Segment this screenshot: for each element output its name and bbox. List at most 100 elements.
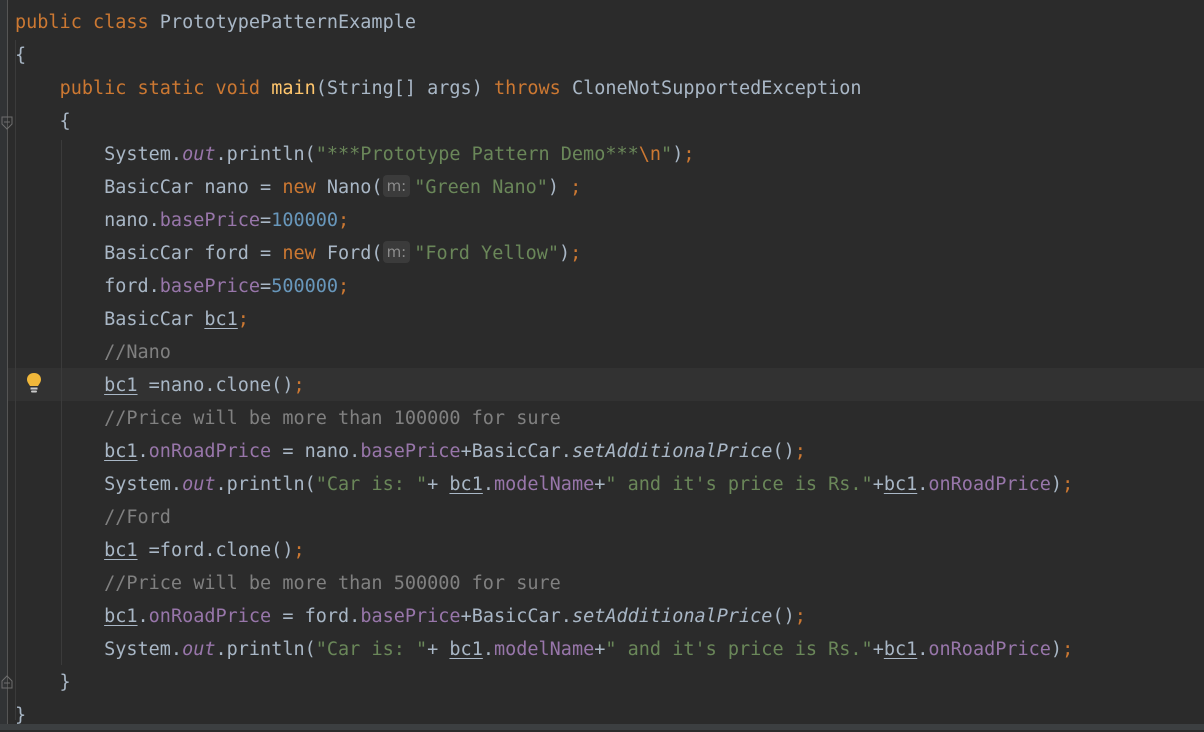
code-token: out	[182, 639, 216, 660]
code-token: \n	[638, 144, 662, 165]
code-token: {	[15, 111, 71, 132]
code-token: public	[15, 12, 82, 33]
code-token: ;	[570, 243, 582, 264]
code-token: BasicCar nano =	[15, 177, 283, 198]
code-line[interactable]: BasicCar nano = new Nano(m: "Green Nano")…	[15, 171, 1073, 204]
code-line[interactable]: public static void main(String[] args) t…	[15, 72, 1073, 105]
code-token: .	[137, 441, 149, 462]
gutter-divider	[7, 0, 8, 730]
code-line[interactable]: bc1.onRoadPrice = ford.basePrice+BasicCa…	[15, 600, 1073, 633]
code-token: +BasicCar.	[460, 441, 572, 462]
code-token: "	[661, 144, 673, 165]
code-line[interactable]: public class PrototypePatternExample	[15, 6, 1073, 39]
code-line[interactable]: }	[15, 666, 1073, 699]
code-token: modelName	[493, 474, 595, 495]
code-token: Ford(	[315, 243, 383, 264]
code-token: .println(	[215, 144, 316, 165]
code-token: +	[594, 639, 606, 660]
code-token: basePrice	[360, 441, 461, 462]
code-token: class	[92, 12, 149, 33]
code-token: ()	[772, 441, 795, 462]
code-token: ;	[237, 309, 249, 330]
code-token: }	[15, 672, 71, 693]
code-token: basePrice	[360, 606, 461, 627]
code-line[interactable]: System.out.println("***Prototype Pattern…	[15, 138, 1073, 171]
code-line[interactable]: bc1 =nano.clone();	[15, 369, 1073, 402]
code-line[interactable]: {	[15, 39, 1073, 72]
code-token: //Nano	[104, 342, 171, 363]
fold-marker-icon[interactable]	[1, 116, 13, 130]
code-token: setAdditionalPrice	[571, 441, 773, 462]
code-line[interactable]: nano.basePrice=100000;	[15, 204, 1073, 237]
code-token: setAdditionalPrice	[571, 606, 773, 627]
code-token: +	[872, 474, 884, 495]
code-token: bc1	[104, 606, 138, 627]
code-token: onRoadPrice	[928, 639, 1051, 660]
code-token: )	[547, 177, 571, 198]
code-token: bc1	[104, 375, 138, 396]
code-token: new	[282, 243, 316, 264]
code-token: +BasicCar.	[460, 606, 572, 627]
code-token: void	[215, 78, 261, 99]
code-token: ;	[794, 606, 806, 627]
code-token: System.	[15, 474, 183, 495]
horizontal-scrollbar[interactable]	[0, 724, 1204, 730]
code-token: "Ford Yellow"	[414, 243, 560, 264]
code-token: PrototypePatternExample	[148, 12, 416, 33]
code-token: "Car is: "	[315, 474, 428, 495]
code-token: .	[917, 639, 929, 660]
code-token: .	[137, 606, 149, 627]
code-line[interactable]: BasicCar bc1;	[15, 303, 1073, 336]
code-token: ;	[293, 540, 305, 561]
code-token: " and it's price is Rs."	[605, 639, 873, 660]
code-token: .println(	[215, 639, 316, 660]
code-token: +	[427, 639, 450, 660]
code-token: )	[1050, 474, 1063, 495]
code-line[interactable]: bc1 =ford.clone();	[15, 534, 1073, 567]
code-token: modelName	[493, 639, 595, 660]
code-token: ;	[683, 144, 695, 165]
code-token: 100000	[271, 210, 339, 231]
code-line[interactable]: //Price will be more than 100000 for sur…	[15, 402, 1073, 435]
code-line[interactable]: System.out.println("Car is: "+ bc1.model…	[15, 468, 1073, 501]
code-line[interactable]: //Nano	[15, 336, 1073, 369]
code-token: System.	[15, 639, 183, 660]
code-token: basePrice	[159, 276, 261, 297]
code-editor[interactable]: public class PrototypePatternExample { pu…	[15, 6, 1073, 732]
code-token: ;	[1062, 639, 1074, 660]
code-token: =nano.clone()	[137, 375, 294, 396]
code-token: .println(	[215, 474, 316, 495]
code-token: ;	[570, 177, 582, 198]
code-token: System.	[15, 144, 183, 165]
code-line[interactable]: {	[15, 105, 1073, 138]
code-token: ()	[772, 606, 795, 627]
code-token: bc1	[104, 540, 138, 561]
code-token: " and it's price is Rs."	[605, 474, 873, 495]
code-token: "Green Nano"	[414, 177, 548, 198]
code-token: //Ford	[104, 507, 171, 528]
fold-marker-icon[interactable]	[1, 675, 13, 689]
code-token: bc1	[449, 639, 483, 660]
code-token: ;	[794, 441, 806, 462]
code-token: }	[15, 705, 27, 726]
code-line[interactable]: System.out.println("Car is: "+ bc1.model…	[15, 633, 1073, 666]
code-line[interactable]: //Price will be more than 500000 for sur…	[15, 567, 1073, 600]
code-line[interactable]: BasicCar ford = new Ford(m: "Ford Yellow"…	[15, 237, 1073, 270]
code-line[interactable]: bc1.onRoadPrice = nano.basePrice+BasicCa…	[15, 435, 1073, 468]
code-token: CloneNotSupportedException	[560, 78, 862, 99]
code-token: "***Prototype Pattern Demo***	[315, 144, 639, 165]
code-line[interactable]: ford.basePrice=500000;	[15, 270, 1073, 303]
code-token: +	[872, 639, 884, 660]
code-token: =	[260, 276, 272, 297]
code-token: static	[137, 78, 205, 99]
code-line[interactable]: //Ford	[15, 501, 1073, 534]
